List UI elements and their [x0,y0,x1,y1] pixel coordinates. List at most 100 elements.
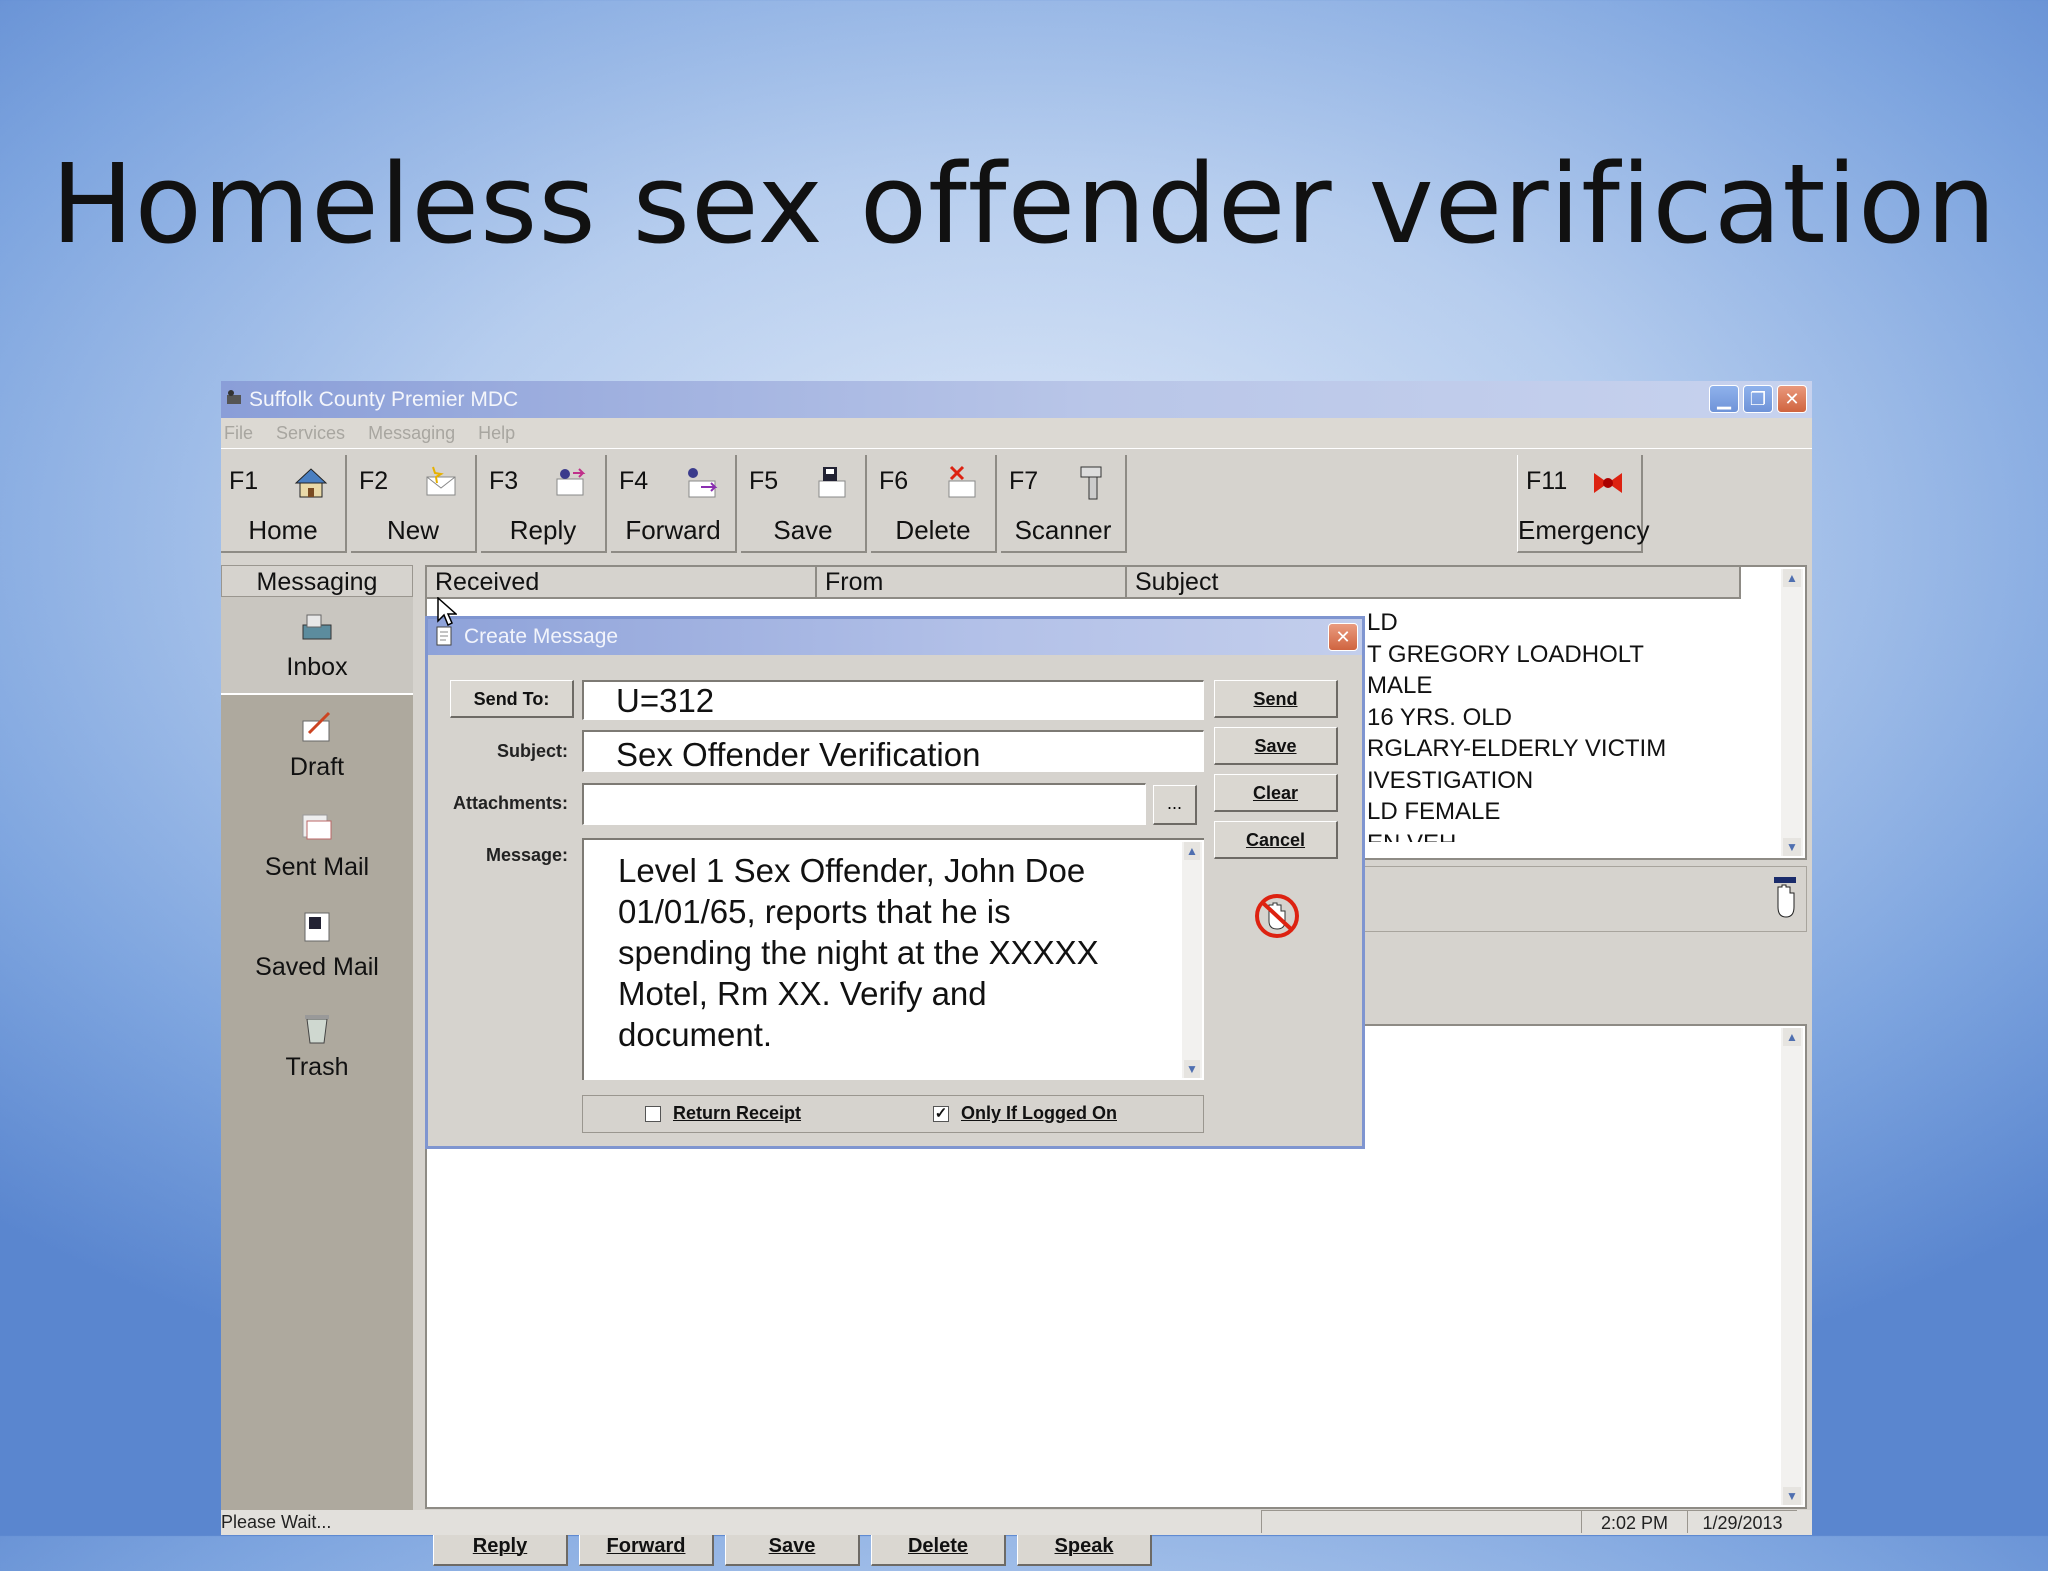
scroll-down-icon[interactable]: ▼ [1783,838,1801,856]
message-scrollbar[interactable]: ▲ ▼ [1182,842,1202,1078]
scroll-down-icon[interactable]: ▼ [1184,1060,1200,1078]
subject-field[interactable]: Sex Offender Verification [582,730,1204,773]
scanner-button[interactable]: F7 Scanner [1001,455,1127,553]
sidebar-item-draft[interactable]: Draft [221,697,413,793]
list-item[interactable]: MALE [1367,670,1747,702]
emergency-icon [1594,473,1622,493]
list-item[interactable]: EN VEH [1367,828,1747,842]
mouse-cursor-icon [437,597,457,627]
send-to-field[interactable]: U=312 [582,680,1204,720]
dialog-close-icon[interactable]: ✕ [1328,623,1358,651]
preview-scrollbar[interactable]: ▲ ▼ [1781,1028,1803,1505]
column-received[interactable]: Received [427,567,817,599]
f11-key-label: F11 [1526,467,1568,495]
scroll-up-icon[interactable]: ▲ [1783,1028,1801,1046]
save-toolbar-label: Save [773,515,833,545]
new-label: New [386,515,439,545]
return-receipt-label[interactable]: Return Receipt [673,1103,801,1124]
sent-mail-icon [302,814,332,840]
sidebar-header: Messaging [221,565,413,597]
sidebar-item-label: Saved Mail [255,953,379,981]
menu-file[interactable]: File [224,423,253,443]
send-to-button[interactable]: Send To: [450,680,574,718]
f5-key-label: F5 [749,467,779,495]
create-message-dialog: Create Message ✕ Send To: U=312 Subject:… [425,616,1365,1149]
inbox-icon [302,614,332,640]
delete-toolbar-label: Delete [895,515,971,545]
draft-icon [302,711,331,742]
list-item[interactable]: LD FEMALE [1367,796,1747,828]
list-scrollbar[interactable]: ▲ ▼ [1781,569,1803,856]
sidebar-item-saved-mail[interactable]: Saved Mail [221,897,413,993]
dialog-title: Create Message [464,625,619,648]
emergency-label: Emergency [1518,515,1650,545]
only-if-logged-on-checkbox[interactable]: ✓ [933,1106,949,1122]
home-button[interactable]: F1 Home [221,455,347,553]
message-textarea[interactable]: Level 1 Sex Offender, John Doe 01/01/65,… [582,838,1204,1080]
clear-button[interactable]: Clear [1214,774,1338,812]
scroll-up-icon[interactable]: ▲ [1783,569,1801,587]
forward-label: Forward [625,515,721,545]
sidebar-item-label: Trash [285,1053,349,1081]
status-date: 1/29/2013 [1687,1510,1797,1533]
only-if-logged-on-label[interactable]: Only If Logged On [961,1103,1117,1124]
saved-mail-icon [304,912,330,942]
f7-key-label: F7 [1009,467,1039,495]
list-item[interactable]: T GREGORY LOADHOLT [1367,639,1747,671]
messaging-sidebar: Messaging Inbox Draft Sent Mail Saved Ma… [221,565,413,1513]
browse-attachments-button[interactable]: ... [1153,785,1197,825]
send-button[interactable]: Send [1214,680,1338,718]
menu-messaging[interactable]: Messaging [368,423,455,443]
status-bar: Please Wait... 2:02 PM 1/29/2013 [221,1510,1812,1535]
column-from[interactable]: From [817,567,1127,599]
sidebar-item-sent-mail[interactable]: Sent Mail [221,797,413,893]
message-body: Level 1 Sex Offender, John Doe 01/01/65,… [618,852,1099,1053]
list-item[interactable]: RGLARY-ELDERLY VICTIM [1367,733,1747,765]
attachments-field[interactable] [582,783,1146,825]
new-message-icon [426,466,456,496]
sidebar-item-inbox[interactable]: Inbox [221,597,413,695]
forward-button[interactable]: F4 Forward [611,455,737,553]
save-button[interactable]: Save [1214,727,1338,765]
return-receipt-checkbox[interactable] [645,1106,661,1122]
app-icon [227,390,241,404]
subject-label: Subject: [496,741,568,761]
f1-key-label: F1 [229,467,259,495]
menu-services[interactable]: Services [276,423,345,443]
column-subject[interactable]: Subject [1127,567,1741,599]
menu-help[interactable]: Help [478,423,515,443]
f6-key-label: F6 [879,467,909,495]
list-item[interactable]: LD [1367,607,1747,639]
list-item[interactable]: IVESTIGATION [1367,765,1747,797]
document-icon [436,626,452,646]
delete-toolbar-button[interactable]: F6 Delete [871,455,997,553]
scroll-down-icon[interactable]: ▼ [1783,1487,1801,1505]
reply-icon [556,468,586,496]
f3-key-label: F3 [489,467,519,495]
attachments-label: Attachments: [452,793,568,813]
no-speak-icon[interactable] [1253,891,1301,941]
restore-icon[interactable]: ❐ [1743,385,1773,413]
window-titlebar: Suffolk County Premier MDC ▁ ❐ ✕ [221,381,1812,418]
list-item[interactable]: 16 YRS. OLD [1367,702,1747,734]
f2-key-label: F2 [359,467,389,495]
emergency-button[interactable]: F11 Emergency [1517,455,1650,553]
close-icon[interactable]: ✕ [1777,385,1807,413]
message-options-bar: Return Receipt ✓ Only If Logged On [582,1095,1204,1133]
window-title: Suffolk County Premier MDC [249,388,519,411]
scanner-icon [1080,466,1102,500]
reply-button[interactable]: F3 Reply [481,455,607,553]
dialog-titlebar: Create Message ✕ [428,619,1362,655]
scanner-label: Scanner [1014,515,1112,545]
minimize-icon[interactable]: ▁ [1709,385,1739,413]
cancel-button[interactable]: Cancel [1214,821,1338,859]
status-time: 2:02 PM [1581,1510,1687,1533]
sidebar-item-trash[interactable]: Trash [221,997,413,1093]
hand-pointer-icon[interactable] [1770,877,1800,923]
save-toolbar-button[interactable]: F5 Save [741,455,867,553]
main-window: Suffolk County Premier MDC ▁ ❐ ✕ File Se… [221,381,1812,1566]
status-blank-cell [1261,1510,1581,1533]
new-button[interactable]: F2 New [351,455,477,553]
scroll-up-icon[interactable]: ▲ [1184,842,1200,860]
house-icon [294,468,328,498]
